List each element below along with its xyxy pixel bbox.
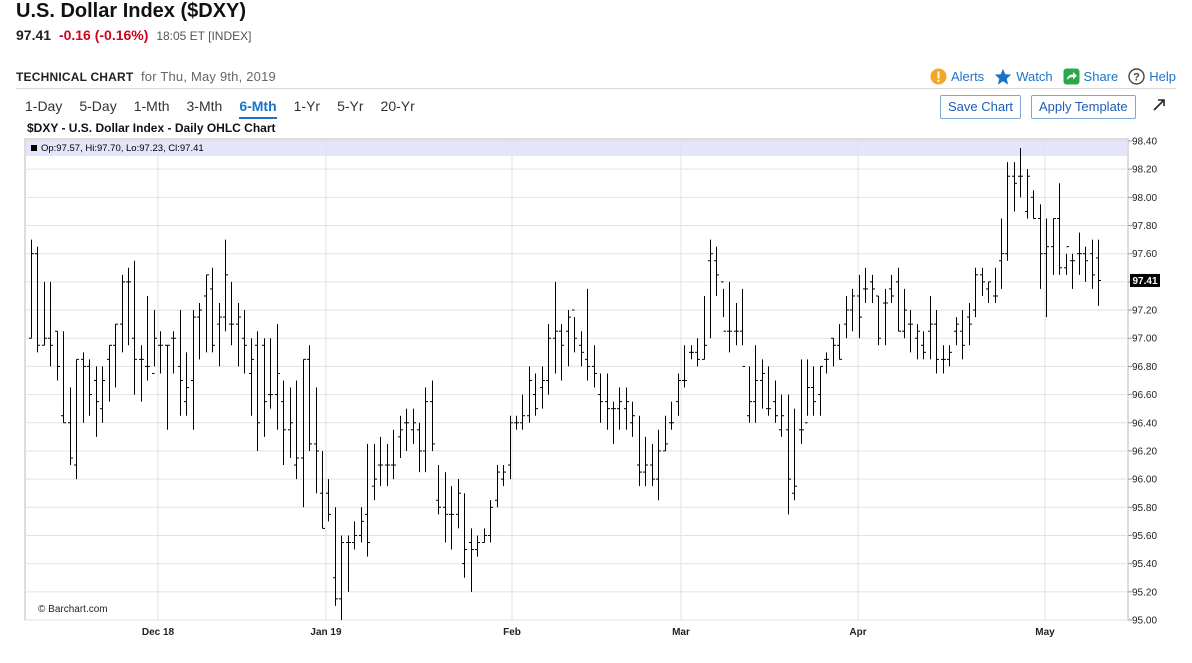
y-tick-label: 95.20 bbox=[1132, 587, 1157, 598]
technical-chart-label: TECHNICAL CHART for Thu, May 9th, 2019 bbox=[16, 69, 276, 84]
quote-meta: 18:05 ET [INDEX] bbox=[156, 29, 252, 43]
tab-6-mth[interactable]: 6-Mth bbox=[239, 98, 277, 119]
star-icon bbox=[995, 68, 1012, 85]
quote-line: 97.41 -0.16 (-0.16%) 18:05 ET [INDEX] bbox=[16, 27, 251, 43]
tab-5-day[interactable]: 5-Day bbox=[79, 98, 116, 119]
chart-date: for Thu, May 9th, 2019 bbox=[141, 69, 276, 84]
tab-1-mth[interactable]: 1-Mth bbox=[134, 98, 170, 119]
watch-label: Watch bbox=[1016, 69, 1053, 84]
tab-20-yr[interactable]: 20-Yr bbox=[381, 98, 415, 119]
y-tick-label: 98.20 bbox=[1132, 165, 1157, 176]
plot-area bbox=[24, 138, 1129, 621]
y-tick-label: 96.00 bbox=[1132, 475, 1157, 486]
watch-button[interactable]: Watch bbox=[994, 68, 1053, 85]
apply-template-button[interactable]: Apply Template bbox=[1031, 95, 1136, 119]
alert-icon bbox=[930, 68, 947, 85]
x-tick-label: Mar bbox=[672, 627, 690, 638]
y-tick-label: 97.60 bbox=[1132, 249, 1157, 260]
x-tick-label: Feb bbox=[503, 627, 521, 638]
svg-text:?: ? bbox=[1133, 72, 1140, 84]
tab-1-yr[interactable]: 1-Yr bbox=[294, 98, 320, 119]
x-tick-label: May bbox=[1035, 627, 1055, 638]
technical-chart-header: TECHNICAL CHART for Thu, May 9th, 2019 A… bbox=[16, 68, 1176, 89]
save-chart-button[interactable]: Save Chart bbox=[940, 95, 1022, 119]
y-tick-label: 96.40 bbox=[1132, 418, 1157, 429]
y-tick-label: 95.60 bbox=[1132, 531, 1157, 542]
help-button[interactable]: ? Help bbox=[1128, 68, 1176, 85]
share-icon bbox=[1063, 68, 1080, 85]
y-tick-label: 97.80 bbox=[1132, 221, 1157, 232]
ohlc-summary: Op:97.57, Hi:97.70, Lo:97.23, Cl:97.41 bbox=[41, 143, 204, 154]
y-tick-label: 96.80 bbox=[1132, 362, 1157, 373]
tab-5-yr[interactable]: 5-Yr bbox=[337, 98, 363, 119]
y-tick-label: 96.60 bbox=[1132, 390, 1157, 401]
y-tick-label: 98.00 bbox=[1132, 193, 1157, 204]
period-tabs: 1-Day 5-Day 1-Mth 3-Mth 6-Mth 1-Yr 5-Yr … bbox=[25, 98, 432, 119]
page-title: U.S. Dollar Index ($DXY) bbox=[16, 0, 247, 22]
last-price-marker: 97.41 bbox=[1130, 273, 1160, 287]
y-tick-label: 95.40 bbox=[1132, 559, 1157, 570]
help-icon: ? bbox=[1128, 68, 1145, 85]
x-tick-label: Jan 19 bbox=[310, 627, 342, 638]
chart-actions: Alerts Watch Share ? Help bbox=[920, 68, 1176, 85]
x-tick-label: Apr bbox=[849, 627, 866, 638]
last-price-label: 97.41 bbox=[1132, 276, 1157, 287]
last-price: 97.41 bbox=[16, 27, 52, 43]
share-label: Share bbox=[1083, 69, 1119, 84]
tab-3-mth[interactable]: 3-Mth bbox=[187, 98, 223, 119]
y-tick-label: 95.00 bbox=[1132, 616, 1157, 627]
chart-title: $DXY - U.S. Dollar Index - Daily OHLC Ch… bbox=[27, 121, 276, 135]
help-label: Help bbox=[1149, 69, 1176, 84]
copyright: © Barchart.com bbox=[38, 604, 108, 615]
alerts-button[interactable]: Alerts bbox=[930, 68, 984, 85]
ohlc-chart[interactable]: Op:97.57, Hi:97.70, Lo:97.23, Cl:97.41 9… bbox=[0, 135, 1192, 655]
tab-1-day[interactable]: 1-Day bbox=[25, 98, 62, 119]
y-axis: 95.00 95.20 95.40 95.60 95.80 96.00 96.20 96.40… bbox=[1128, 137, 1157, 627]
price-change: -0.16 (-0.16%) bbox=[58, 27, 149, 43]
technical-chart-title: TECHNICAL CHART bbox=[16, 70, 134, 84]
y-tick-label: 96.20 bbox=[1132, 446, 1157, 457]
summary-marker-icon bbox=[31, 145, 37, 151]
y-tick-label: 97.00 bbox=[1132, 334, 1157, 345]
expand-icon[interactable] bbox=[1152, 98, 1166, 112]
y-tick-label: 98.40 bbox=[1132, 137, 1157, 148]
alerts-label: Alerts bbox=[950, 69, 985, 84]
x-tick-label: Dec 18 bbox=[142, 627, 175, 638]
y-tick-label: 97.20 bbox=[1132, 306, 1157, 317]
share-button[interactable]: Share bbox=[1063, 68, 1119, 85]
x-axis: Dec 18 Jan 19 Feb Mar Apr May bbox=[142, 627, 1055, 638]
y-tick-label: 95.80 bbox=[1132, 503, 1157, 514]
